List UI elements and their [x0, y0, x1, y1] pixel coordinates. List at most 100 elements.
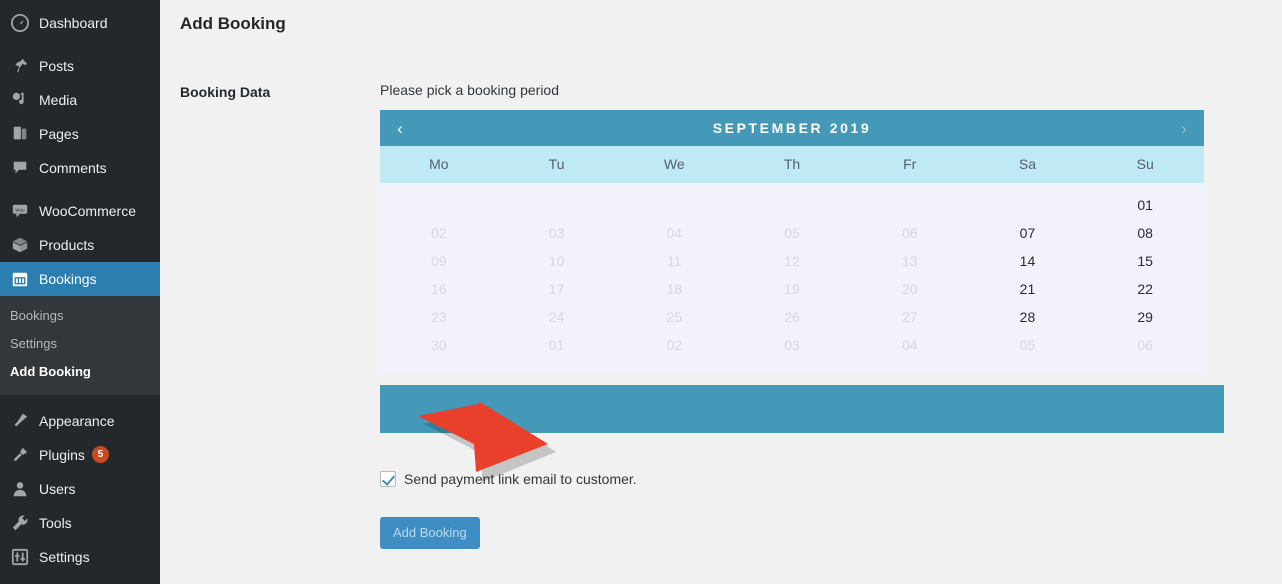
calendar-day[interactable]: 07 [969, 219, 1087, 247]
calendar-day [498, 191, 616, 219]
send-payment-link-row[interactable]: Send payment link email to customer. [380, 471, 1244, 487]
calendar-day: 30 [431, 337, 447, 353]
submenu-item-bookings[interactable]: Bookings [0, 302, 160, 330]
calendar-day [615, 191, 733, 219]
calendar-week-row: 01 [380, 191, 1204, 219]
admin-page: Dashboard Posts Media Pages Comments Woo… [0, 0, 1282, 584]
sidebar-item-products[interactable]: Products [0, 228, 160, 262]
sidebar-divider [0, 40, 160, 49]
sidebar-item-tools[interactable]: Tools [0, 506, 160, 540]
calendar-day: 19 [784, 281, 800, 297]
calendar-day [851, 191, 969, 219]
weekday-tu: Tu [548, 156, 565, 172]
sidebar-item-media[interactable]: Media [0, 83, 160, 117]
calendar-day: 05 [784, 225, 800, 241]
calendar-day: 16 [431, 281, 447, 297]
sidebar-label: Bookings [39, 271, 97, 287]
calendar-day[interactable]: 28 [969, 303, 1087, 331]
calendar-icon [10, 269, 30, 289]
calendar-week-row: 02 03 04 05 06 07 08 [380, 219, 1204, 247]
sidebar-label: Media [39, 92, 78, 108]
chevron-left-icon[interactable]: ‹ [380, 110, 420, 146]
calendar-day: 24 [548, 309, 565, 325]
calendar-day: 09 [431, 253, 447, 269]
calendar-day: 05 [1019, 337, 1036, 353]
products-box-icon [10, 235, 30, 255]
calendar-day: 03 [784, 337, 800, 353]
media-icon [10, 90, 30, 110]
comments-icon [10, 158, 30, 178]
user-icon [10, 479, 30, 499]
sidebar-label: Posts [39, 58, 75, 74]
sidebar-label: Users [39, 480, 76, 497]
sidebar-item-plugins[interactable]: Plugins 5 [0, 438, 160, 472]
calendar-day [733, 191, 851, 219]
weekday-mo: Mo [429, 156, 449, 172]
calendar-day[interactable]: 01 [1086, 191, 1204, 219]
calendar-day: 11 [667, 253, 682, 269]
booking-summary-bar [380, 385, 1224, 433]
chevron-right-icon[interactable]: › [1164, 110, 1204, 146]
main-content: Add Booking Booking Data Please pick a b… [160, 0, 1282, 584]
sidebar-label: Plugins [39, 446, 85, 463]
send-payment-link-checkbox[interactable] [380, 471, 396, 487]
sidebar-item-comments[interactable]: Comments [0, 151, 160, 185]
plug-icon [10, 445, 30, 465]
send-payment-link-label: Send payment link email to customer. [404, 471, 637, 487]
calendar-day [380, 191, 498, 219]
calendar-day[interactable]: 15 [1086, 247, 1204, 275]
weekday-th: Th [783, 156, 801, 172]
sidebar-item-woocommerce[interactable]: Woo WooCommerce [0, 194, 160, 228]
calendar-day[interactable]: 14 [969, 247, 1087, 275]
sidebar-label: Appearance [39, 412, 115, 429]
sidebar-item-settings[interactable]: Settings [0, 540, 160, 574]
sidebar-item-users[interactable]: Users [0, 472, 160, 506]
calendar-week-row: 23 24 25 26 27 28 29 [380, 303, 1204, 331]
calendar-day: 02 [666, 337, 683, 353]
sidebar-label: Tools [39, 514, 72, 531]
booking-data-row: Booking Data Please pick a booking perio… [160, 34, 1282, 550]
sidebar-item-pages[interactable]: Pages [0, 117, 160, 151]
calendar-day[interactable]: 21 [969, 275, 1087, 303]
sidebar-label: Pages [39, 126, 79, 142]
sidebar-divider [0, 185, 160, 194]
calendar-day: 26 [784, 309, 800, 325]
calendar-day: 02 [431, 225, 447, 241]
calendar-day[interactable]: 29 [1086, 303, 1204, 331]
sidebar-item-appearance[interactable]: Appearance [0, 404, 160, 438]
sidebar-item-dashboard[interactable]: Dashboard [0, 6, 160, 40]
pick-period-instruction: Please pick a booking period [380, 82, 560, 98]
sidebar-label: Settings [39, 548, 90, 565]
sidebar-label: Comments [39, 160, 107, 176]
calendar-day[interactable]: 22 [1086, 275, 1204, 303]
add-booking-button[interactable]: Add Booking [380, 517, 480, 550]
svg-text:Woo: Woo [15, 207, 25, 212]
calendar-day: 04 [666, 225, 683, 241]
calendar-day [969, 191, 1087, 219]
calendar-day[interactable]: 08 [1086, 219, 1204, 247]
calendar-weekday-header: Mo Tu We Th Fr Sa Su [380, 146, 1204, 183]
wrench-icon [10, 513, 30, 533]
calendar-month-title: SEPTEMBER 2019 [712, 120, 872, 136]
booking-data-label: Booking Data [180, 84, 271, 100]
calendar-week-row: 30 01 02 03 04 05 06 [380, 331, 1204, 359]
calendar-grid: 01 02 03 04 05 06 07 08 09 10 11 12 13 1… [380, 183, 1204, 373]
page-title: Add Booking [180, 14, 286, 33]
sidebar-item-posts[interactable]: Posts [0, 49, 160, 83]
sliders-icon [10, 547, 30, 567]
pin-icon [10, 56, 30, 76]
calendar-day: 03 [548, 225, 565, 241]
submenu-item-add-booking[interactable]: Add Booking [0, 358, 160, 386]
sidebar-label: Products [39, 237, 95, 253]
admin-sidebar: Dashboard Posts Media Pages Comments Woo… [0, 0, 168, 584]
sidebar-label: Dashboard [39, 15, 108, 31]
calendar-week-row: 16 17 18 19 20 21 22 [380, 275, 1204, 303]
sidebar-divider [0, 395, 160, 404]
sidebar-item-bookings[interactable]: Bookings [0, 262, 168, 296]
weekday-fr: Fr [903, 156, 917, 172]
submenu-item-settings[interactable]: Settings [0, 330, 160, 358]
calendar-day: 01 [548, 337, 565, 353]
sidebar-label: WooCommerce [39, 203, 136, 219]
paintbrush-icon [10, 411, 30, 431]
calendar-day: 20 [901, 281, 918, 297]
